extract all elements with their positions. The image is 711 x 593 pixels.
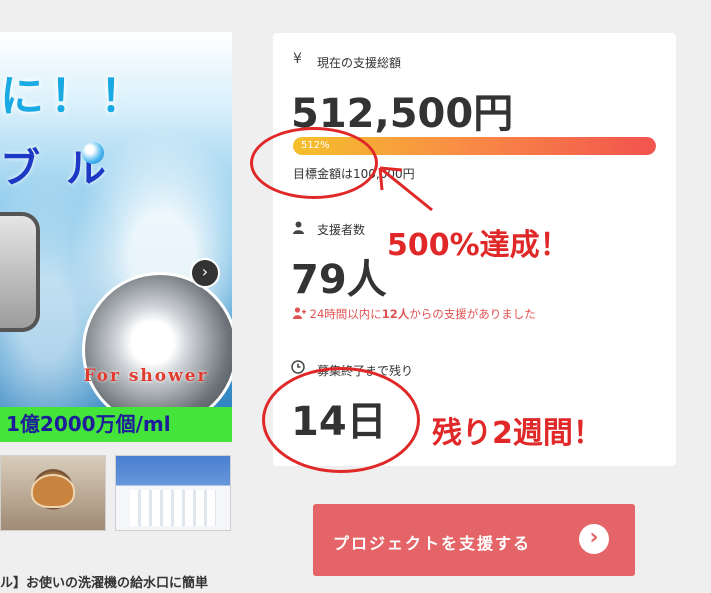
bubble-icon — [82, 142, 104, 164]
recent-count: 12人 — [381, 307, 410, 321]
support-project-button[interactable]: プロジェクトを支援する › — [313, 504, 635, 576]
carousel-next-icon[interactable]: › — [190, 258, 220, 288]
yen-icon: ¥ — [293, 51, 302, 67]
shower-head-image — [82, 272, 232, 428]
total-label: 現在の支援総額 — [317, 56, 402, 70]
device-image — [0, 212, 40, 332]
person-icon — [293, 221, 304, 238]
thumbnail-laundry[interactable] — [115, 455, 231, 531]
person-plus-icon — [293, 307, 306, 319]
supporters-count: 79人 — [291, 257, 387, 303]
hero-banner: 1億2000万個/ml — [0, 407, 232, 442]
recent-prefix: 24時間以内に — [309, 307, 382, 321]
chevron-right-icon: › — [579, 524, 609, 554]
recent-supporters: 24時間以内に12人からの支援がありました — [293, 306, 536, 322]
annotation-ring-progress — [250, 127, 378, 199]
annotation-achievement: 500%達成！ — [387, 228, 570, 263]
annotation-ring-days — [262, 367, 420, 473]
project-caption[interactable]: ル】お使いの洗濯機の給水口に簡単 — [0, 572, 208, 591]
annotation-arrow-icon — [378, 166, 433, 212]
shower-label: For shower — [83, 366, 209, 386]
support-button-label: プロジェクトを支援する — [333, 534, 532, 553]
hero-headline: に！！ — [0, 71, 150, 122]
recent-suffix: からの支援がありました — [409, 307, 536, 321]
project-image-carousel[interactable]: に！！ ブ ル For shower › 1億2000万個/ml — [0, 32, 232, 442]
thumbnail-dog[interactable] — [0, 455, 106, 531]
annotation-remaining: 残り2週間！ — [432, 416, 603, 451]
supporters-label: 支援者数 — [317, 223, 366, 237]
